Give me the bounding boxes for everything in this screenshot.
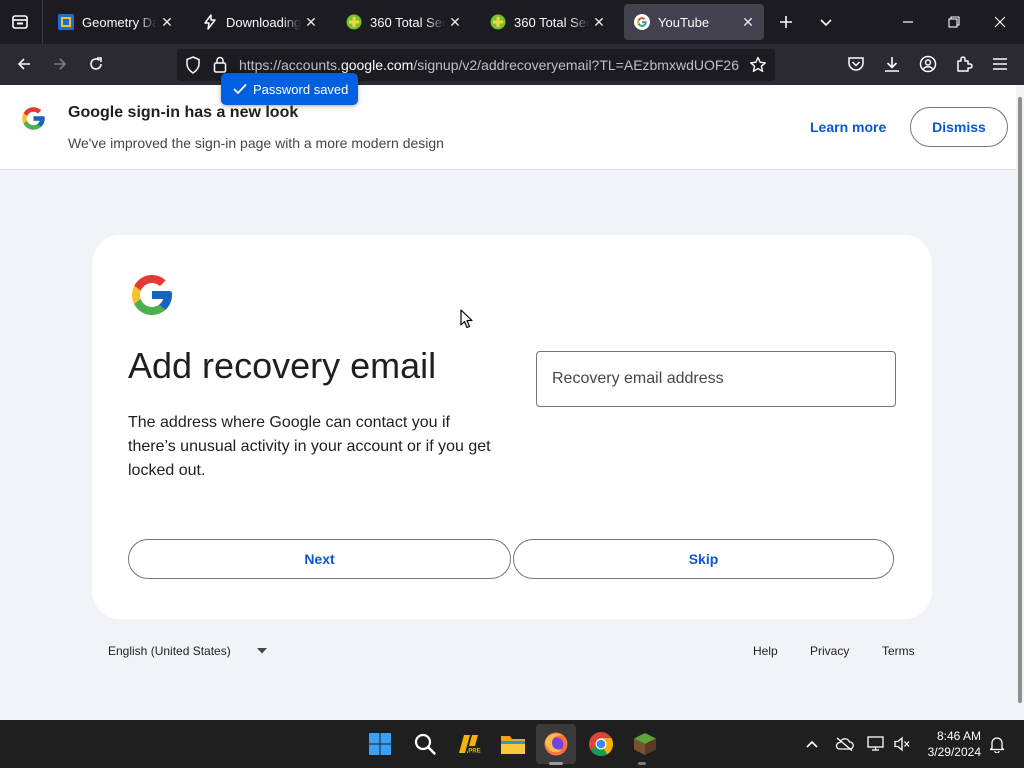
terms-link[interactable]: Terms [882, 644, 915, 658]
recovery-email-input[interactable] [536, 351, 896, 407]
banner-title: Google sign-in has a new look [68, 104, 299, 121]
tab-bar: Geometry Dash ✕ Downloading Gr ✕ 360 Tot… [0, 0, 1024, 44]
bookmark-star-icon[interactable] [749, 56, 767, 79]
google-g-icon [20, 105, 47, 137]
tab-youtube[interactable]: YouTube ✕ [624, 4, 764, 40]
tab-360-security-2[interactable]: 360 Total Securi ✕ [480, 4, 615, 40]
page-title: Add recovery email [128, 345, 437, 386]
tab-360-security-1[interactable]: 360 Total Securi ✕ [336, 4, 471, 40]
url-path: /signup/v2/addrecoveryemail?TL=AEzbmxwdU… [413, 57, 739, 73]
new-tab-icon[interactable] [768, 4, 804, 40]
page-scrollbar[interactable] [1016, 85, 1024, 720]
clock-date[interactable]: 3/29/2024 [921, 745, 981, 759]
learn-more-link[interactable]: Learn more [810, 119, 886, 135]
notification-bell-icon[interactable] [987, 734, 1007, 754]
toast-text: Password saved [253, 81, 349, 97]
skip-button[interactable]: Skip [513, 539, 894, 579]
restore-icon[interactable] [936, 4, 972, 40]
recovery-email-card: Add recovery email The address where Goo… [92, 235, 932, 619]
tab-title: Geometry Dash [82, 14, 157, 30]
account-icon[interactable] [912, 48, 944, 80]
geometry-dash-icon [58, 14, 74, 30]
language-selector[interactable]: English (United States) [108, 644, 267, 658]
windows-start-icon[interactable] [364, 728, 396, 760]
close-tab-icon[interactable]: ✕ [301, 14, 321, 31]
close-tab-icon[interactable]: ✕ [738, 14, 758, 31]
chevron-up-icon[interactable] [802, 734, 822, 754]
tab-title: Downloading Gr [226, 14, 301, 30]
minimize-icon[interactable] [890, 4, 926, 40]
tab-title: 360 Total Securi [514, 14, 589, 30]
extensions-icon[interactable] [948, 48, 980, 80]
360-security-icon [490, 14, 506, 30]
tracking-protection-shield-icon[interactable] [185, 56, 201, 79]
firefox-icon[interactable] [540, 728, 572, 760]
file-explorer-icon[interactable] [497, 728, 529, 760]
mouse-cursor-icon [460, 309, 474, 334]
banner-description: We've improved the sign-in page with a m… [68, 135, 444, 151]
onedrive-offline-icon[interactable] [834, 734, 854, 754]
dropdown-arrow-icon [256, 648, 267, 654]
sign-in-new-look-banner: Google sign-in has a new look We've impr… [0, 85, 1016, 170]
url-prefix: https://accounts. [239, 57, 341, 73]
reload-icon[interactable] [80, 48, 112, 80]
menu-icon[interactable] [984, 48, 1016, 80]
back-icon[interactable] [8, 48, 40, 80]
google-logo-icon [128, 271, 176, 324]
close-window-icon[interactable] [982, 4, 1018, 40]
search-icon[interactable] [409, 728, 441, 760]
chrome-icon[interactable] [585, 728, 617, 760]
firefox-view-icon[interactable] [2, 4, 38, 40]
dismiss-button[interactable]: Dismiss [910, 107, 1008, 147]
360-security-icon [346, 14, 362, 30]
tab-geometry-dash[interactable]: Geometry Dash ✕ [48, 4, 183, 40]
password-saved-toast: Password saved [221, 73, 358, 105]
close-tab-icon[interactable]: ✕ [445, 14, 465, 31]
list-tabs-icon[interactable] [808, 4, 844, 40]
pocket-icon[interactable] [840, 48, 872, 80]
bolt-icon [202, 14, 218, 30]
svg-text:PRE: PRE [468, 749, 480, 755]
language-label: English (United States) [108, 644, 231, 658]
forward-icon[interactable] [44, 48, 76, 80]
tab-title: 360 Total Securi [370, 14, 445, 30]
help-link[interactable]: Help [753, 644, 778, 658]
clock-time[interactable]: 8:46 AM [925, 729, 981, 743]
tab-separator [42, 0, 43, 44]
privacy-link[interactable]: Privacy [810, 644, 849, 658]
network-icon[interactable] [866, 734, 886, 754]
page-description: The address where Google can contact you… [128, 414, 491, 479]
url-domain: google.com [340, 57, 414, 73]
checkmark-icon [233, 83, 247, 95]
volume-muted-icon[interactable] [892, 734, 912, 754]
url-text[interactable]: https://accounts.google.com/signup/v2/ad… [239, 57, 739, 73]
close-tab-icon[interactable]: ✕ [589, 14, 609, 31]
pre-app-icon[interactable]: PRE [453, 728, 485, 760]
minecraft-icon[interactable] [629, 728, 661, 760]
navigation-toolbar: https://accounts.google.com/signup/v2/ad… [0, 44, 1024, 85]
tab-title: YouTube [658, 14, 710, 30]
close-tab-icon[interactable]: ✕ [157, 14, 177, 31]
minecraft-running-indicator [638, 762, 646, 765]
scrollbar-thumb[interactable] [1018, 97, 1022, 703]
downloads-icon[interactable] [876, 48, 908, 80]
firefox-running-indicator [549, 762, 563, 765]
windows-taskbar: PRE 8:46 AM 3/29/2024 [0, 720, 1024, 768]
next-button[interactable]: Next [128, 539, 511, 579]
tab-downloading[interactable]: Downloading Gr ✕ [192, 4, 327, 40]
google-g-icon [634, 14, 650, 30]
